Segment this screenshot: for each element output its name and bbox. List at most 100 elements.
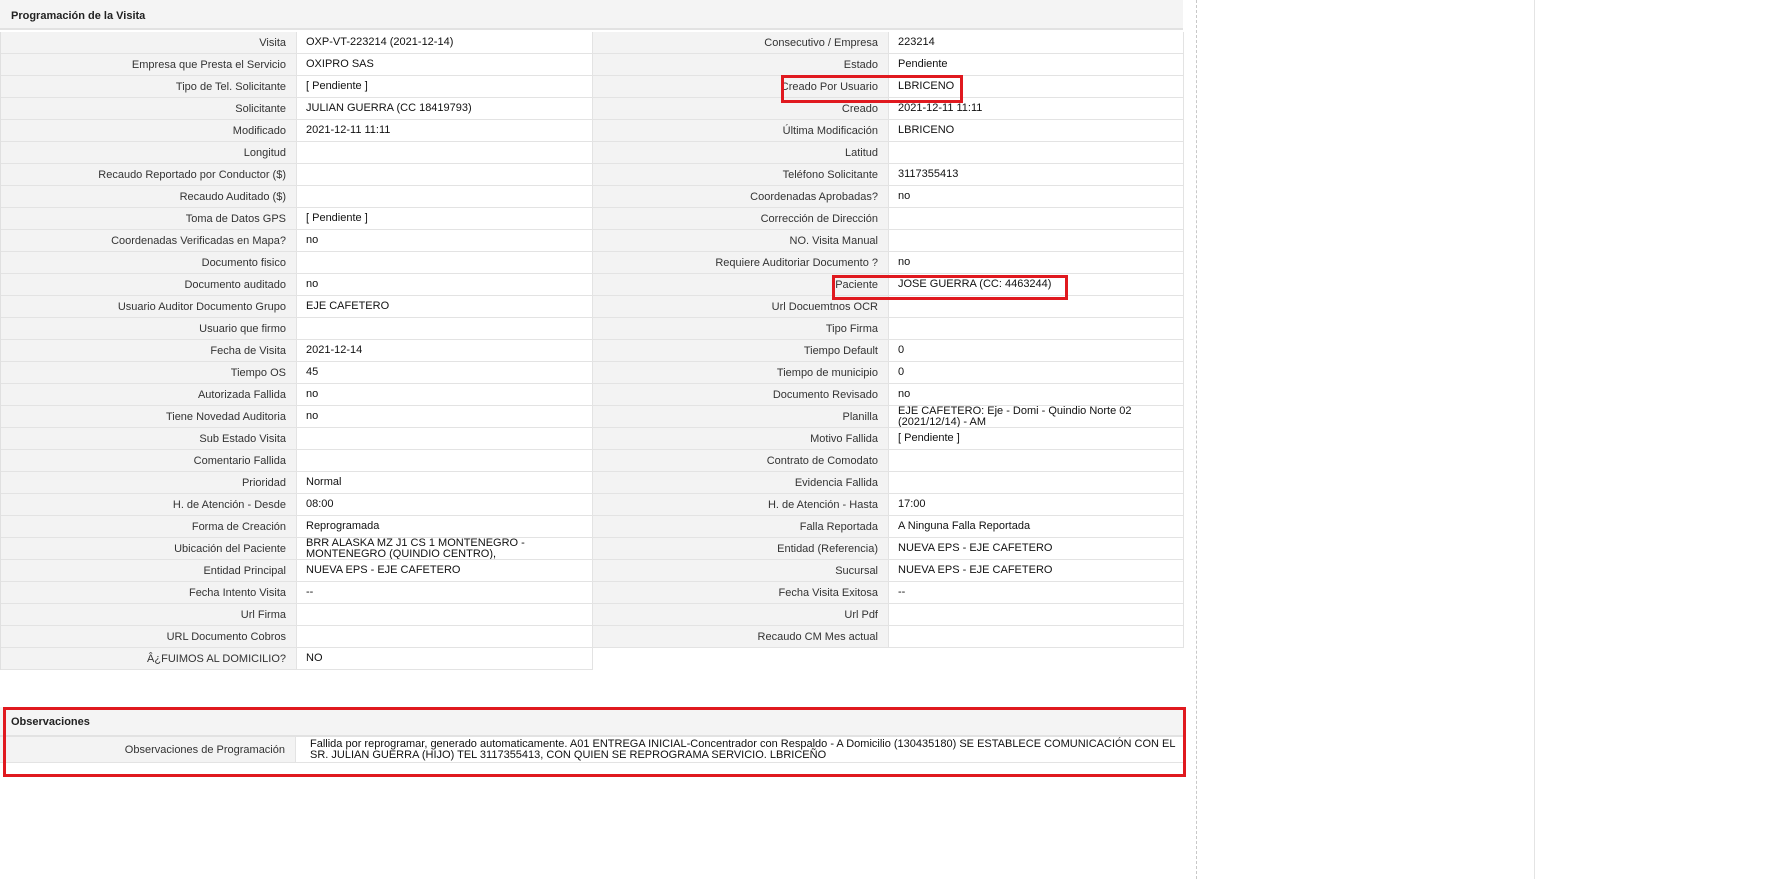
- field-label: Comentario Fallida: [1, 450, 297, 472]
- divider: [1534, 0, 1535, 879]
- field-value: BRR ALASKA MZ J1 CS 1 MONTENEGRO - MONTE…: [297, 538, 593, 560]
- table-row: Recaudo Auditado ($) Coordenadas Aprobada…: [1, 186, 1184, 208]
- field-value: LBRICENO: [889, 76, 1184, 98]
- table-row: Tiene Novedad Auditoria no Planilla EJE CA…: [1, 406, 1184, 428]
- field-label: Tipo Firma: [593, 318, 889, 340]
- table-row: Usuario Auditor Documento Grupo EJE CAFET…: [1, 296, 1184, 318]
- field-value: JOSE GUERRA (CC: 4463244): [889, 274, 1184, 296]
- field-label: Planilla: [593, 406, 889, 428]
- field-value: NUEVA EPS - EJE CAFETERO: [297, 560, 593, 582]
- field-value: [889, 296, 1184, 318]
- field-value: no: [889, 384, 1184, 406]
- field-value: A Ninguna Falla Reportada: [889, 516, 1184, 538]
- field-value: NUEVA EPS - EJE CAFETERO: [889, 560, 1184, 582]
- section-title: Programación de la Visita: [0, 0, 1183, 30]
- field-label: Coordenadas Verificadas en Mapa?: [1, 230, 297, 252]
- field-value: 0: [889, 362, 1184, 384]
- table-row: Observaciones de Programación Fallida po…: [0, 737, 1183, 763]
- field-label: Tiempo Default: [593, 340, 889, 362]
- field-value: 17:00: [889, 494, 1184, 516]
- field-value: 2021-12-11 11:11: [889, 98, 1184, 120]
- table-row: Fecha de Visita 2021-12-14 Tiempo Default…: [1, 340, 1184, 362]
- field-value: 08:00: [297, 494, 593, 516]
- field-label: Longitud: [1, 142, 297, 164]
- field-value: EJE CAFETERO: Eje - Domi - Quindio Norte…: [889, 406, 1184, 428]
- field-value: [889, 604, 1184, 626]
- table-row: H. de Atención - Desde 08:00 H. de Atenció…: [1, 494, 1184, 516]
- table-row: Empresa que Presta el Servicio OXIPRO SAS…: [1, 54, 1184, 76]
- observations-title: Observaciones: [0, 707, 1183, 737]
- field-value: Normal: [297, 472, 593, 494]
- table-row: Comentario Fallida Contrato de Comodato: [1, 450, 1184, 472]
- visit-schedule-panel: Programación de la Visita: [0, 0, 1183, 30]
- table-row: Visita OXP-VT-223214 (2021-12-14) Consecut…: [1, 32, 1184, 54]
- table-row: Coordenadas Verificadas en Mapa? no NO. V…: [1, 230, 1184, 252]
- field-value: no: [889, 186, 1184, 208]
- field-value: [889, 450, 1184, 472]
- field-value-fuimos-domicilio: NO: [297, 648, 593, 670]
- field-value: Reprogramada: [297, 516, 593, 538]
- field-label: Documento auditado: [1, 274, 297, 296]
- field-value: [ Pendiente ]: [297, 208, 593, 230]
- field-value: 2021-12-14: [297, 340, 593, 362]
- field-value: [297, 186, 593, 208]
- field-label: Url Docuemtnos OCR: [593, 296, 889, 318]
- field-value: no: [297, 230, 593, 252]
- field-label: Consecutivo / Empresa: [593, 32, 889, 54]
- field-label: Contrato de Comodato: [593, 450, 889, 472]
- field-label: Tiene Novedad Auditoria: [1, 406, 297, 428]
- observations-text: Fallida por reprogramar, generado automa…: [296, 737, 1183, 763]
- table-row: Autorizada Fallida no Documento Revisado …: [1, 384, 1184, 406]
- field-label: Empresa que Presta el Servicio: [1, 54, 297, 76]
- field-value: [ Pendiente ]: [297, 76, 593, 98]
- field-label: Fecha Intento Visita: [1, 582, 297, 604]
- field-value: --: [297, 582, 593, 604]
- field-label-fuimos-domicilio: Â¿FUIMOS AL DOMICILIO?: [1, 648, 297, 670]
- field-value: JULIAN GUERRA (CC 18419793): [297, 98, 593, 120]
- field-label: Latitud: [593, 142, 889, 164]
- field-label: Entidad (Referencia): [593, 538, 889, 560]
- field-value: 45: [297, 362, 593, 384]
- field-value: [889, 318, 1184, 340]
- field-label: Documento fisico: [1, 252, 297, 274]
- field-label: Tiempo de municipio: [593, 362, 889, 384]
- field-value: [ Pendiente ]: [889, 428, 1184, 450]
- field-label: Teléfono Solicitante: [593, 164, 889, 186]
- field-value: [297, 164, 593, 186]
- observations-panel: Observaciones Observaciones de Programac…: [0, 707, 1183, 763]
- field-value: [297, 428, 593, 450]
- field-value: [297, 252, 593, 274]
- table-row: Entidad Principal NUEVA EPS - EJE CAFETER…: [1, 560, 1184, 582]
- field-label: Evidencia Fallida: [593, 472, 889, 494]
- field-label: Autorizada Fallida: [1, 384, 297, 406]
- field-value: LBRICENO: [889, 120, 1184, 142]
- field-label: Url Pdf: [593, 604, 889, 626]
- field-value: [297, 318, 593, 340]
- field-label: Recaudo Auditado ($): [1, 186, 297, 208]
- field-label: Falla Reportada: [593, 516, 889, 538]
- table-row: Sub Estado Visita Motivo Fallida[ Pendien…: [1, 428, 1184, 450]
- field-value: NUEVA EPS - EJE CAFETERO: [889, 538, 1184, 560]
- table-row: Documento fisico Requiere Auditoriar Docu…: [1, 252, 1184, 274]
- field-value: 223214: [889, 32, 1184, 54]
- field-label: Recaudo Reportado por Conductor ($): [1, 164, 297, 186]
- divider: [1196, 0, 1197, 879]
- field-label: Estado: [593, 54, 889, 76]
- field-label: Modificado: [1, 120, 297, 142]
- field-value: --: [889, 582, 1184, 604]
- field-label: Tiempo OS: [1, 362, 297, 384]
- table-row: Modificado 2021-12-11 11:11 Última Modific…: [1, 120, 1184, 142]
- field-value: [889, 230, 1184, 252]
- field-value: no: [889, 252, 1184, 274]
- field-label: Última Modificación: [593, 120, 889, 142]
- field-label: Creado: [593, 98, 889, 120]
- visit-rows: Visita OXP-VT-223214 (2021-12-14) Consecut…: [1, 32, 1184, 648]
- table-row: Solicitante JULIAN GUERRA (CC 18419793) Cr…: [1, 98, 1184, 120]
- field-value: 2021-12-11 11:11: [297, 120, 593, 142]
- field-label: Visita: [1, 32, 297, 54]
- field-label: Documento Revisado: [593, 384, 889, 406]
- table-row: Documento auditado no Paciente JOSE GUERRA…: [1, 274, 1184, 296]
- table-row: Url Firma Url Pdf: [1, 604, 1184, 626]
- table-row: Recaudo Reportado por Conductor ($) Teléf…: [1, 164, 1184, 186]
- field-value: EJE CAFETERO: [297, 296, 593, 318]
